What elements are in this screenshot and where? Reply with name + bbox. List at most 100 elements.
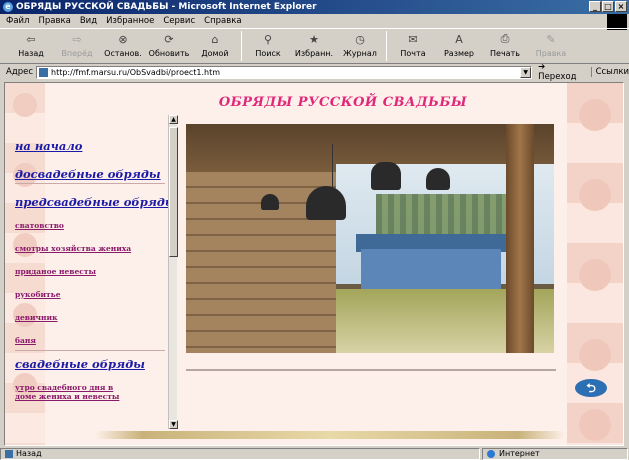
photo-post	[506, 124, 534, 353]
toolbar: ⇦ Назад ⇨ Вперёд ⊗ Останов. ⟳ Обновить ⌂…	[0, 28, 629, 64]
window-title: ОБРЯДЫ РУССКОЙ СВАДЬБЫ - Microsoft Inter…	[16, 2, 317, 12]
back-navigation-arrow-icon[interactable]: ⮌	[575, 379, 607, 397]
decorative-ribbon	[95, 431, 565, 439]
history-button[interactable]: ◷ Журнал	[337, 29, 383, 63]
menu-view[interactable]: Вид	[80, 16, 97, 26]
bell-icon	[261, 194, 279, 210]
edit-icon: ✎	[546, 32, 556, 46]
stop-icon: ⊗	[118, 32, 128, 46]
nav-link-matchmaking[interactable]: сватовство	[15, 221, 179, 230]
mail-label: Почта	[400, 49, 426, 58]
bell-icon	[371, 162, 401, 190]
scroll-thumb[interactable]	[169, 127, 178, 257]
menu-edit[interactable]: Правка	[38, 16, 70, 26]
search-button[interactable]: ⚲ Поиск	[245, 29, 291, 63]
page-viewport: ОБРЯДЫ РУССКОЙ СВАДЬБЫ на начало досваде…	[4, 82, 624, 446]
page-icon	[39, 67, 48, 77]
print-button[interactable]: ⎙ Печать	[482, 29, 528, 63]
bell-icon	[306, 186, 346, 220]
home-icon: ⌂	[211, 32, 219, 46]
scroll-up-icon[interactable]: ▲	[169, 115, 178, 124]
edit-label: Правка	[535, 49, 567, 58]
favorites-button[interactable]: ★ Избранн.	[291, 29, 337, 63]
globe-icon	[487, 449, 495, 458]
nav-link-morning[interactable]: утро свадебного дня в доме жениха и неве…	[15, 383, 135, 401]
stop-label: Останов.	[104, 49, 142, 58]
minimize-button[interactable]: _	[589, 1, 601, 12]
photo-trees	[376, 194, 516, 239]
size-button[interactable]: A Размер	[436, 29, 482, 63]
back-arrow-icon: ⇦	[26, 32, 36, 46]
address-dropdown-icon[interactable]: ▼	[520, 66, 532, 78]
bell-icon	[426, 168, 450, 190]
close-button[interactable]: ×	[615, 1, 627, 12]
home-button[interactable]: ⌂ Домой	[192, 29, 238, 63]
forward-arrow-icon: ⇨	[72, 32, 82, 46]
menu-help[interactable]: Справка	[204, 16, 241, 26]
history-icon: ◷	[355, 32, 365, 46]
menu-tools[interactable]: Сервис	[163, 16, 195, 26]
nav-scrollbar[interactable]: ▲ ▼	[168, 115, 178, 429]
edit-button[interactable]: ✎ Правка	[528, 29, 574, 63]
security-zone: Интернет	[499, 449, 540, 458]
home-label: Домой	[201, 49, 229, 58]
history-label: Журнал	[343, 49, 377, 58]
page-title: ОБРЯДЫ РУССКОЙ СВАДЬБЫ	[218, 95, 468, 110]
nav-frame: на начало досвадебные обряды предсвадебн…	[9, 113, 179, 431]
status-bar: Назад Интернет	[0, 447, 629, 460]
size-label: Размер	[443, 49, 474, 58]
address-url: http://fmf.marsu.ru/ObSvadbi/proect1.htm	[51, 67, 221, 77]
address-input[interactable]: http://fmf.marsu.ru/ObSvadbi/proect1.htm…	[36, 65, 533, 79]
bell-rope	[332, 144, 333, 192]
go-label: Переход	[538, 72, 577, 82]
window-controls: _ □ ×	[589, 1, 627, 12]
scroll-down-icon[interactable]: ▼	[169, 420, 178, 429]
maximize-button[interactable]: □	[602, 1, 614, 12]
nav-link-dowry[interactable]: приданое невесты	[15, 267, 179, 276]
links-button[interactable]: Ссылки	[590, 67, 629, 77]
back-label: Назад	[18, 49, 44, 58]
content-divider	[186, 369, 556, 371]
stop-button[interactable]: ⊗ Останов.	[100, 29, 146, 63]
address-label: Адрес	[6, 67, 33, 77]
nav-link-home[interactable]: на начало	[15, 139, 179, 153]
status-page-icon	[5, 449, 13, 458]
forward-button[interactable]: ⇨ Вперёд	[54, 29, 100, 63]
security-zone-panel: Интернет	[482, 447, 628, 460]
nav-link-bachelorette[interactable]: девичник	[15, 313, 179, 322]
back-button[interactable]: ⇦ Назад	[8, 29, 54, 63]
status-text: Назад	[16, 449, 42, 458]
ie-logo-icon: e	[3, 2, 13, 12]
refresh-button[interactable]: ⟳ Обновить	[146, 29, 192, 63]
mail-button[interactable]: ✉ Почта	[390, 29, 436, 63]
nav-link-wedding-rites[interactable]: свадебные обряды	[15, 357, 179, 371]
window-titlebar: e ОБРЯДЫ РУССКОЙ СВАДЬБЫ - Microsoft Int…	[0, 0, 629, 14]
menu-bar: Файл Правка Вид Избранное Сервис Справка	[0, 14, 629, 27]
mail-icon: ✉	[408, 32, 418, 46]
menu-favorites[interactable]: Избранное	[106, 16, 154, 26]
nav-link-before-wedding[interactable]: предсвадебные обряды	[15, 195, 179, 209]
nav-link-handshake[interactable]: рукобитье	[15, 290, 179, 299]
font-size-icon: A	[455, 32, 463, 46]
nav-divider	[15, 183, 165, 184]
forward-label: Вперёд	[61, 49, 93, 58]
nav-link-bath[interactable]: баня	[15, 336, 179, 345]
photo-house	[361, 249, 501, 289]
refresh-label: Обновить	[148, 49, 190, 58]
go-button[interactable]: ➔ Переход	[538, 62, 584, 82]
bells-photo	[186, 124, 554, 353]
nav-link-groom-household[interactable]: смотры хозяйства жениха	[15, 244, 179, 253]
search-icon: ⚲	[263, 32, 273, 46]
nav-divider	[15, 350, 165, 351]
toolbar-separator	[386, 31, 387, 61]
toolbar-separator	[241, 31, 242, 61]
search-label: Поиск	[255, 49, 281, 58]
status-text-panel: Назад	[0, 447, 480, 460]
menu-file[interactable]: Файл	[6, 16, 29, 26]
refresh-icon: ⟳	[164, 32, 174, 46]
nav-link-pre-wedding[interactable]: досвадебные обряды	[15, 167, 179, 181]
favorites-label: Избранн.	[294, 49, 334, 58]
address-bar: Адрес http://fmf.marsu.ru/ObSvadbi/proec…	[0, 62, 629, 82]
go-arrow-icon: ➔	[538, 62, 546, 72]
print-label: Печать	[490, 49, 520, 58]
